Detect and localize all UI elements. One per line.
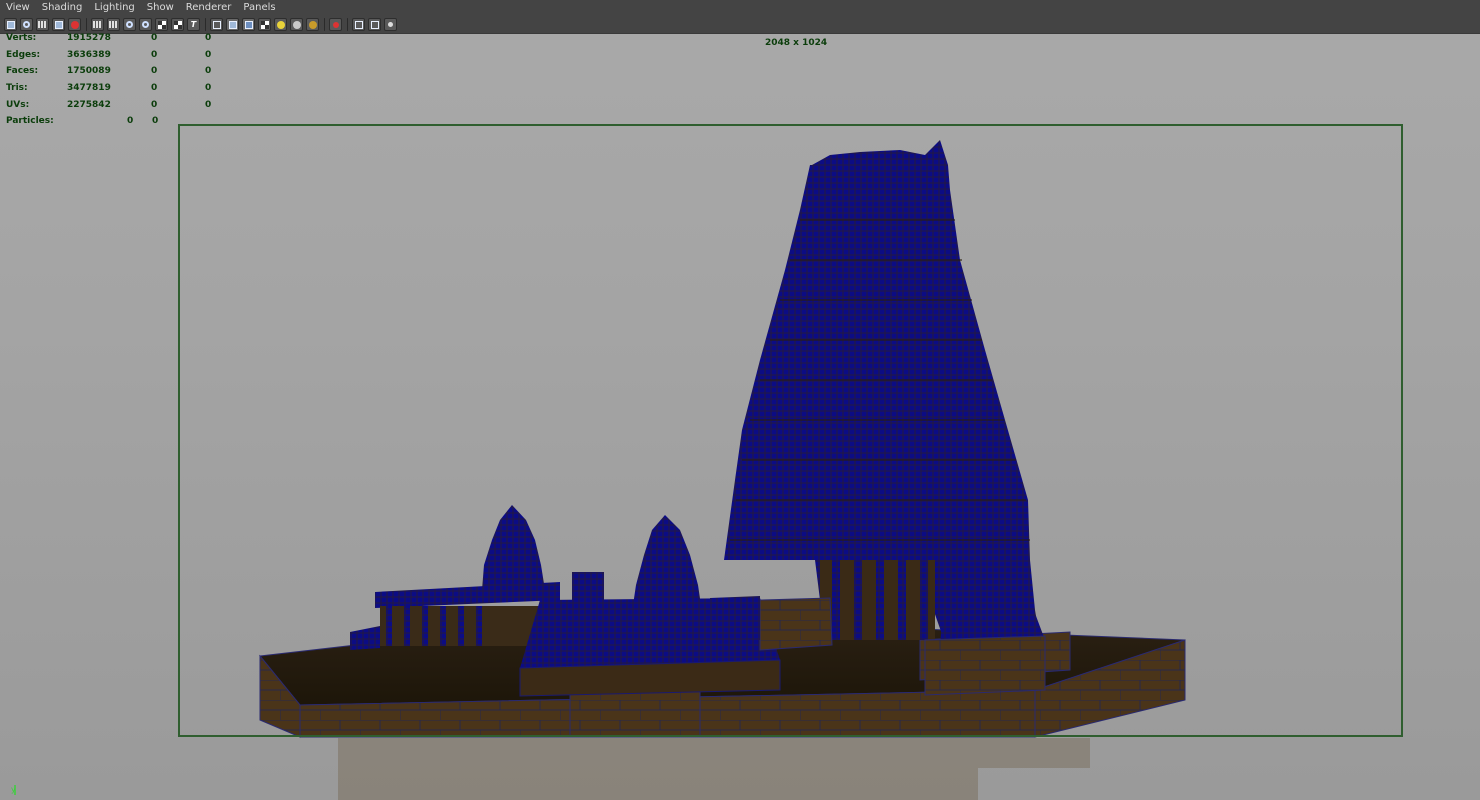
hud-value: 1915278 — [67, 33, 111, 43]
hud-value: 0 — [205, 33, 212, 43]
hud-label: Particles: — [6, 116, 54, 127]
hud-label: Verts: — [6, 33, 37, 43]
hud-value: 0 — [152, 116, 159, 127]
hud-value: 0 — [151, 49, 158, 60]
resolution-gate-frame — [178, 124, 1403, 737]
hud-value: 3477819 — [67, 83, 111, 94]
hud-value: 0 — [205, 66, 212, 77]
hud-value: 0 — [127, 116, 134, 127]
hud-label: Faces: — [6, 66, 39, 77]
hud-label: Tris: — [6, 83, 28, 94]
hud-value: 0 — [151, 99, 158, 110]
view-axis-icon: y — [11, 785, 16, 795]
maya-viewport-window: View Shading Lighting Show Renderer Pane… — [0, 0, 1480, 800]
hud-value: 0 — [205, 99, 212, 110]
hud-value: 0 — [151, 33, 158, 43]
hud-value: 0 — [205, 83, 212, 94]
hud-value: 2275842 — [67, 99, 111, 110]
axis-label: y — [11, 785, 16, 794]
hud-value: 3636389 — [67, 49, 111, 60]
floor-reflection — [338, 738, 1090, 800]
resolution-gate-label: 2048 x 1024 — [765, 38, 828, 48]
hud-value: 1750089 — [67, 66, 111, 77]
hud-label: Edges: — [6, 49, 41, 60]
hud-label: UVs: — [6, 99, 30, 110]
hud-value: 0 — [205, 49, 212, 60]
hud-value: 0 — [151, 66, 158, 77]
hud-value: 0 — [151, 83, 158, 94]
